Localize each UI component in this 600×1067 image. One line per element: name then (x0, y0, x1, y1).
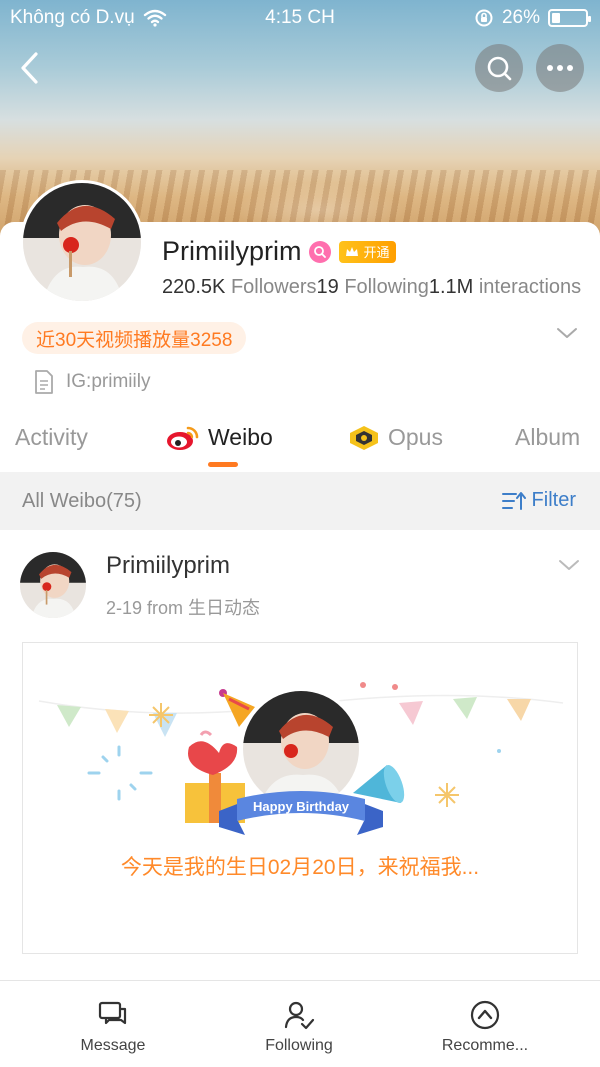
post-meta: 2-19 from 生日动态 (106, 598, 261, 618)
interactions-count: 1.1M (428, 276, 474, 298)
document-icon (35, 370, 53, 394)
chevron-left-icon (21, 52, 38, 84)
vip-label: 开通 (363, 245, 390, 260)
tab-weibo[interactable]: Weibo (166, 424, 273, 451)
birthday-card[interactable]: Happy Birthday 今天是我的生日02月20日，来祝福我... (22, 642, 578, 954)
bottom-nav: Message Following Recomme... (0, 980, 600, 1067)
battery-fill (552, 13, 560, 23)
tab-activity-label: Activity (15, 424, 88, 450)
profile-bio: IG:primiily (34, 370, 150, 394)
tab-activity[interactable]: Activity (15, 424, 88, 451)
message-icon (98, 1001, 127, 1025)
weibo-logo-icon (167, 426, 199, 450)
profile-name-row: Primiilyprim 开通 (162, 236, 396, 267)
birthday-caption: 今天是我的生日02月20日，来祝福我... (120, 856, 480, 879)
active-tab-indicator (208, 462, 238, 467)
expand-profile-button[interactable] (556, 326, 578, 345)
feed-filter-bar: All Weibo(75) Filter (0, 472, 600, 530)
post-author-name[interactable]: Primiilyprim (106, 552, 230, 580)
following-count[interactable]: 19 (317, 276, 339, 298)
avatar-photo (23, 183, 141, 301)
opus-icon (350, 425, 378, 450)
chevron-down-icon (557, 328, 577, 338)
tab-weibo-label: Weibo (208, 424, 273, 450)
profile-stats: 220.5K Followers19 Following1.1M interac… (162, 276, 600, 299)
tab-album-label: Album (515, 424, 581, 450)
video-views-pill[interactable]: 近30天视频播放量3258 (22, 322, 247, 354)
interactions-label: interactions (478, 276, 582, 298)
profile-avatar[interactable] (20, 180, 144, 304)
tab-album[interactable]: Album (515, 424, 580, 451)
compass-icon (470, 1000, 500, 1030)
nav-recommend-label: Recomme... (441, 1037, 529, 1054)
chevron-down-icon (559, 560, 579, 570)
crown-icon (346, 246, 359, 256)
more-dots-icon (547, 65, 573, 71)
weibo-count[interactable]: All Weibo(75) (22, 490, 142, 513)
verified-icon (314, 245, 327, 258)
profile-tabs: Activity Weibo Opus Album (0, 420, 600, 470)
battery-icon (548, 9, 591, 27)
filter-button[interactable]: Filter (501, 489, 576, 512)
tab-opus[interactable]: Opus (348, 424, 443, 451)
following-label[interactable]: Following (344, 276, 428, 298)
avatar-photo (20, 552, 86, 618)
nav-following-label: Following (265, 1037, 333, 1054)
profile-name: Primiilyprim (162, 236, 302, 266)
nav-message[interactable]: Message (33, 999, 193, 1055)
vip-badge[interactable]: 开通 (339, 240, 396, 263)
filter-icon (501, 491, 526, 510)
tab-opus-label: Opus (388, 424, 443, 450)
search-icon (487, 56, 512, 81)
filter-label: Filter (531, 489, 576, 511)
followers-count[interactable]: 220.5K (162, 276, 225, 298)
back-button[interactable] (16, 50, 46, 86)
search-button[interactable] (475, 44, 523, 92)
post-author-avatar[interactable] (20, 552, 86, 618)
more-button[interactable] (536, 44, 584, 92)
birthday-ribbon-text: Happy Birthday (252, 799, 350, 814)
rotation-lock-icon (475, 9, 493, 27)
nav-following[interactable]: Following (219, 999, 379, 1055)
battery-percent: 26% (501, 7, 540, 28)
nav-message-label: Message (80, 1037, 146, 1054)
followers-label[interactable]: Followers (231, 276, 317, 298)
user-check-icon (284, 1001, 315, 1030)
status-bar: Không có D.vụ 4:15 CH 26% (0, 0, 600, 34)
bio-text: IG:primiily (66, 371, 151, 392)
nav-recommend[interactable]: Recomme... (405, 999, 565, 1055)
post-options-button[interactable] (558, 558, 580, 577)
verified-badge[interactable] (309, 240, 332, 263)
